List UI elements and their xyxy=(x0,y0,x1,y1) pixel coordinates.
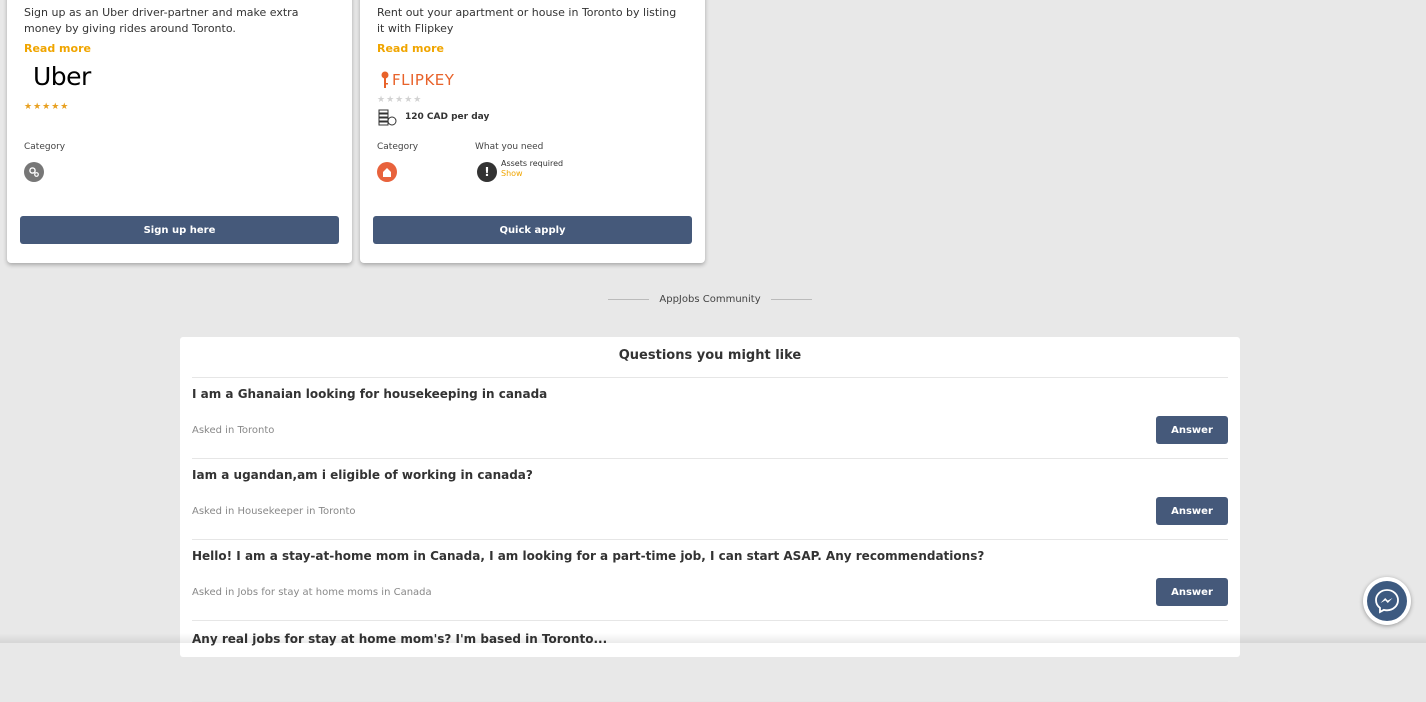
quick-apply-button[interactable]: Quick apply xyxy=(373,216,692,244)
questions-panel: Questions you might like I am a Ghanaian… xyxy=(180,337,1240,702)
question-row: Hello! I am a stay-at-home mom in Canada… xyxy=(192,540,1228,621)
question-text[interactable]: I am a Ghanaian looking for housekeeping… xyxy=(192,387,547,401)
house-icon xyxy=(377,162,397,182)
question-row: Iam a ugandan,am i eligible of working i… xyxy=(192,459,1228,540)
job-card-flipkey: Rent out your apartment or house in Toro… xyxy=(360,0,705,263)
answer-button[interactable]: Answer xyxy=(1156,416,1228,444)
uber-logo: Uber xyxy=(33,62,91,91)
question-text[interactable]: Iam a ugandan,am i eligible of working i… xyxy=(192,468,533,482)
answer-button[interactable]: Answer xyxy=(1156,578,1228,606)
rating-stars: ★★★★★ xyxy=(377,95,423,105)
sign-up-button[interactable]: Sign up here xyxy=(20,216,339,244)
community-divider: AppJobs Community xyxy=(608,294,812,305)
pay-text: 120 CAD per day xyxy=(405,112,490,122)
show-link[interactable]: Show xyxy=(501,169,563,179)
money-icon xyxy=(378,109,397,126)
flipkey-logo-text: FLIPKEY xyxy=(392,71,455,89)
assets-required-text: Assets required xyxy=(501,159,564,168)
messenger-chat-button[interactable] xyxy=(1363,577,1411,625)
question-meta: Asked in Housekeeper in Toronto xyxy=(192,506,356,517)
question-meta: Asked in Toronto xyxy=(192,425,275,436)
flipkey-logo: FLIPKEY xyxy=(380,71,454,89)
card-description: Sign up as an Uber driver-partner and ma… xyxy=(24,6,299,35)
exclamation-icon: ! xyxy=(477,162,497,182)
question-meta: Asked in Jobs for stay at home moms in C… xyxy=(192,587,432,598)
question-row: I am a Ghanaian looking for housekeeping… xyxy=(192,378,1228,459)
read-more-link[interactable]: Read more xyxy=(24,42,91,55)
category-label: Category xyxy=(24,142,66,152)
card-description: Rent out your apartment or house in Toro… xyxy=(377,6,677,35)
requirements: Assets required Show xyxy=(501,159,563,179)
question-text[interactable]: Hello! I am a stay-at-home mom in Canada… xyxy=(192,549,984,563)
job-card-uber: Sign up as an Uber driver-partner and ma… xyxy=(7,0,352,263)
divider-line xyxy=(608,299,650,300)
gears-icon xyxy=(24,162,44,182)
what-you-need-label: What you need xyxy=(475,142,544,152)
key-icon xyxy=(381,71,389,88)
pay-info: 120 CAD per day xyxy=(377,108,489,126)
divider-line xyxy=(770,299,812,300)
messenger-icon xyxy=(1367,581,1407,621)
read-more-link[interactable]: Read more xyxy=(377,42,444,55)
panel-title: Questions you might like xyxy=(192,348,1228,378)
category-label: Category xyxy=(377,142,419,152)
bottom-shadow xyxy=(0,633,1426,643)
answer-button[interactable]: Answer xyxy=(1156,497,1228,525)
rating-stars: ★★★★★ xyxy=(24,102,70,112)
community-label: AppJobs Community xyxy=(659,294,761,305)
